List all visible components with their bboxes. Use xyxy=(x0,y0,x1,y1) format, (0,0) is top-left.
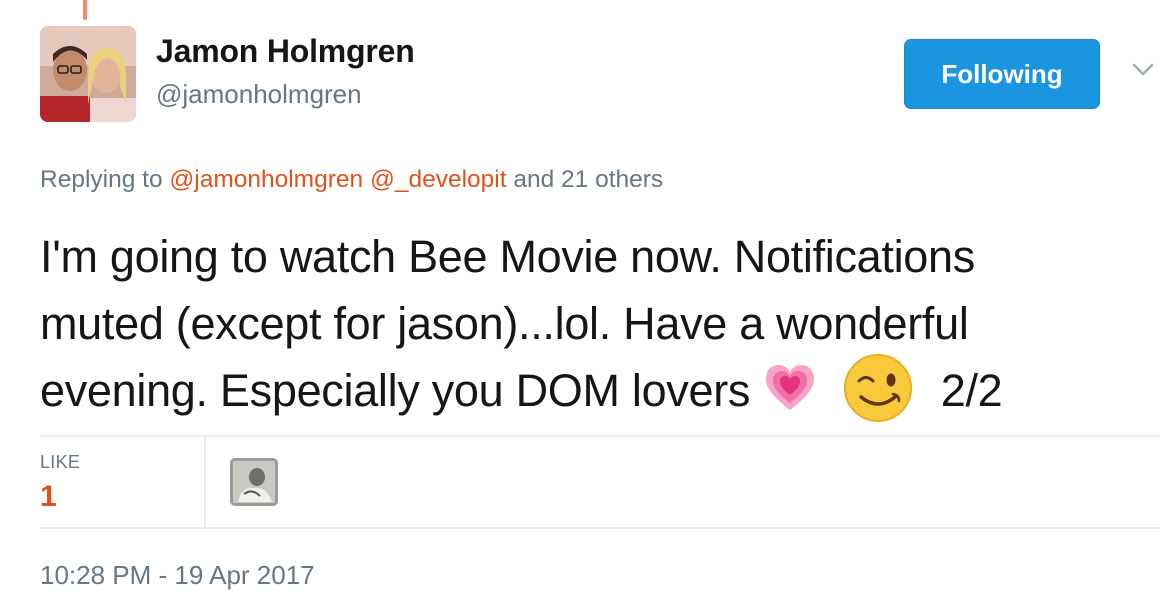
thread-connector-line xyxy=(83,0,87,20)
like-count[interactable]: 1 xyxy=(40,480,57,514)
tweet-text-line-3-start: evening. Especially you DOM lovers xyxy=(40,365,751,416)
tweet-text: I'm going to watch Bee Movie now. Notifi… xyxy=(40,223,1155,425)
author-handle[interactable]: @jamonholmgren xyxy=(156,79,362,110)
reply-context: Replying to @jamonholmgren @_developit a… xyxy=(40,166,663,194)
tweet-timestamp[interactable]: 10:28 PM - 19 Apr 2017 xyxy=(40,560,315,591)
winking-face-icon xyxy=(843,354,912,423)
tweet-text-line-3-end: 2/2 xyxy=(940,365,1003,416)
reply-context-others[interactable]: and 21 others xyxy=(513,166,663,193)
chevron-down-icon[interactable] xyxy=(1131,60,1155,80)
reply-context-prefix: Replying to xyxy=(40,166,163,193)
author-display-name[interactable]: Jamon Holmgren xyxy=(156,33,415,70)
tweet-text-line-2: muted (except for jason)...lol. Have a w… xyxy=(40,298,969,349)
growing-heart-icon xyxy=(766,365,815,411)
author-avatar-photo xyxy=(40,26,136,122)
like-stat-label[interactable]: LIKE xyxy=(40,452,80,473)
tweet-text-line-1: I'm going to watch Bee Movie now. Notifi… xyxy=(40,231,975,282)
tweet-text-line-3: evening. Especially you DOM lovers 2/2 xyxy=(40,354,1155,425)
divider-top xyxy=(40,435,1160,437)
divider-bottom xyxy=(40,527,1160,529)
author-avatar[interactable] xyxy=(40,26,136,122)
mention-link-developit[interactable]: @_developit xyxy=(370,166,507,193)
mention-link-jamonholmgren[interactable]: @jamonholmgren xyxy=(169,166,363,193)
liker-avatar-photo xyxy=(230,458,278,506)
stats-separator xyxy=(204,437,206,527)
following-button[interactable]: Following xyxy=(904,39,1100,109)
liker-avatar[interactable] xyxy=(230,458,278,506)
